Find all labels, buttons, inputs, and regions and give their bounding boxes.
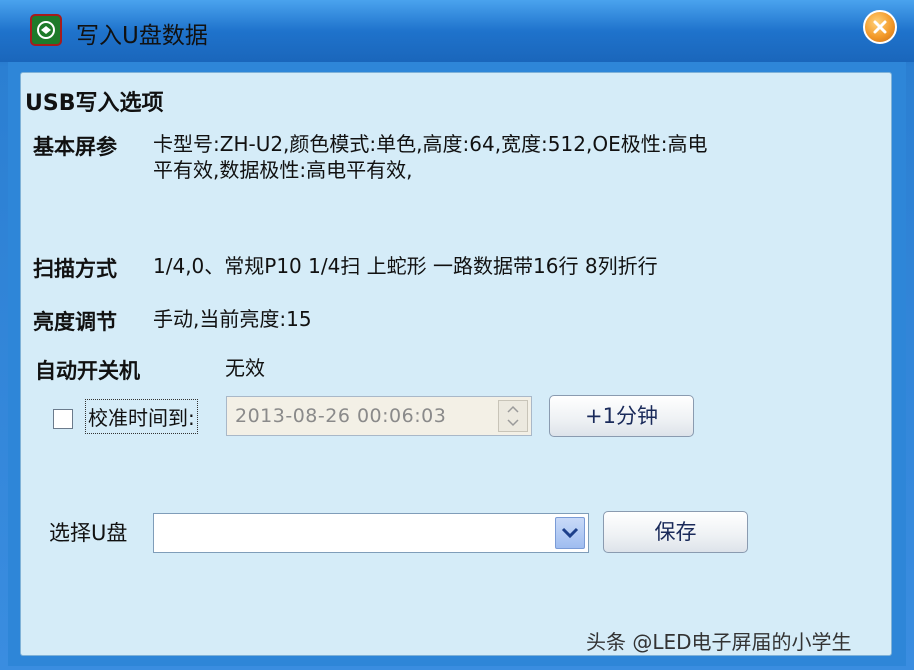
select-udisk-label: 选择U盘 (49, 521, 128, 545)
calibrate-checkbox[interactable] (53, 409, 73, 429)
auto-power-label: 自动开关机 (35, 359, 140, 383)
watermark-text: 头条 @LED电子屏届的小学生 (586, 630, 852, 654)
udisk-select[interactable] (153, 513, 589, 553)
auto-power-value: 无效 (225, 356, 265, 380)
datetime-value: 2013-08-26 00:06:03 (235, 405, 447, 427)
group-title: USB写入选项 (25, 91, 164, 116)
app-icon (30, 14, 62, 46)
usb-write-options-group: USB写入选项 基本屏参 卡型号:ZH-U2,颜色模式:单色,高度:64,宽度:… (20, 72, 892, 656)
udisk-dropdown-button[interactable] (555, 517, 585, 549)
basic-params-label: 基本屏参 (33, 135, 117, 159)
save-button[interactable]: 保存 (603, 511, 748, 553)
close-icon (873, 20, 887, 34)
brightness-value: 手动,当前亮度:15 (153, 307, 312, 331)
window-title: 写入U盘数据 (76, 23, 208, 49)
calibrate-label[interactable]: 校准时间到: (85, 399, 198, 434)
dialog-body: USB写入选项 基本屏参 卡型号:ZH-U2,颜色模式:单色,高度:64,宽度:… (8, 62, 906, 666)
title-bar[interactable]: 写入U盘数据 (0, 0, 914, 62)
brightness-label: 亮度调节 (33, 310, 117, 334)
spin-arrows-icon (507, 405, 519, 427)
close-button[interactable] (863, 10, 897, 44)
scan-mode-label: 扫描方式 (33, 257, 117, 281)
plus-one-minute-button[interactable]: +1分钟 (549, 395, 694, 437)
basic-params-value-line1: 卡型号:ZH-U2,颜色模式:单色,高度:64,宽度:512,OE极性:高电 (153, 132, 708, 156)
scan-mode-value: 1/4,0、常规P10 1/4扫 上蛇形 一路数据带16行 8列折行 (153, 254, 658, 278)
basic-params-value-line2: 平有效,数据极性:高电平有效, (153, 158, 413, 182)
calibrate-datetime-picker[interactable]: 2013-08-26 00:06:03 (226, 396, 532, 436)
datetime-spinner[interactable] (498, 400, 528, 432)
chevron-down-icon (561, 527, 579, 539)
